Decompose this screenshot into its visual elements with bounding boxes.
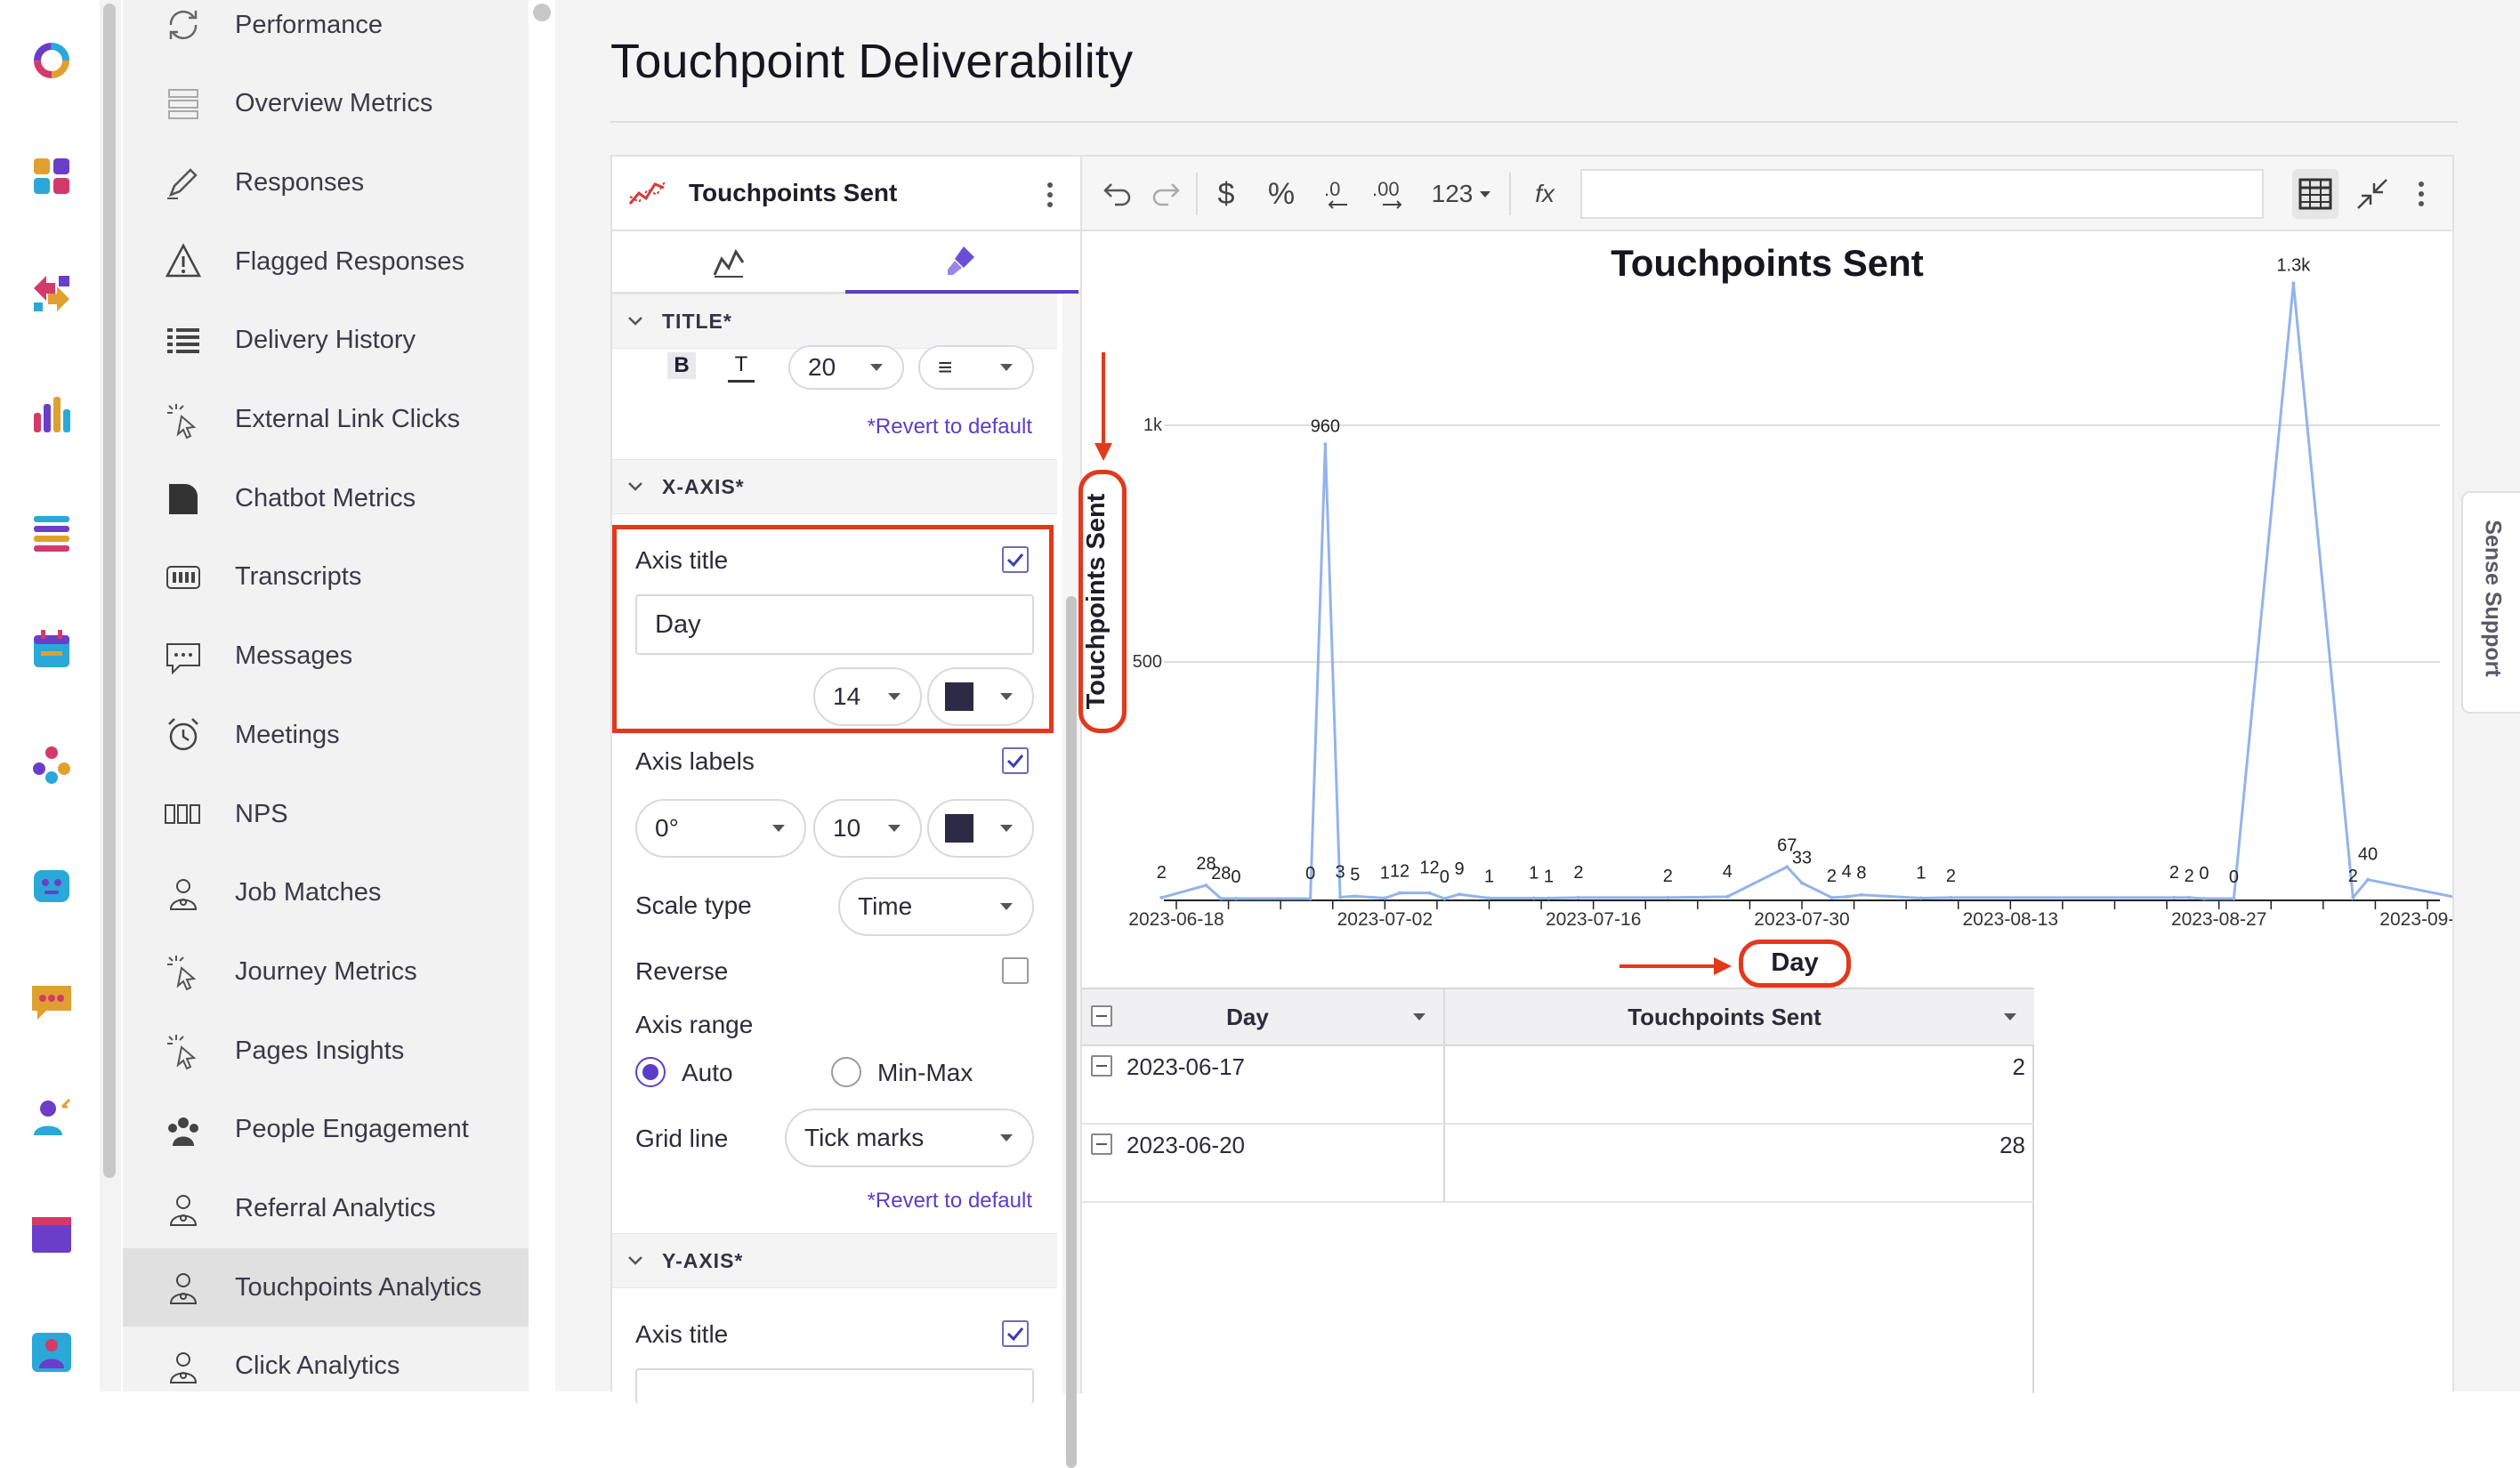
sidebar-item-touchpoints-analytics[interactable]: Touchpoints Analytics (123, 1248, 529, 1327)
refresh-icon (158, 5, 208, 44)
page-title: Touchpoint Deliverability (610, 34, 1133, 89)
main-content: Touchpoint Deliverability Touchpoints Se… (555, 0, 2520, 1391)
apps-icon[interactable] (28, 153, 75, 199)
sidebar-item-external-link-clicks[interactable]: External Link Clicks (123, 381, 529, 459)
sidebar-item-label: External Link Clicks (235, 405, 460, 434)
sidebar-item-nps[interactable]: NPS (123, 775, 529, 853)
messages-icon[interactable] (28, 979, 75, 1025)
chatbot-icon[interactable] (28, 861, 75, 907)
annotation-arrow-head (1094, 443, 1112, 461)
sidebar-item-label: Overview Metrics (235, 89, 432, 118)
integrations-icon[interactable] (28, 270, 75, 317)
list-icon (158, 321, 208, 360)
cursor-click-icon (158, 952, 208, 991)
sidebar-item-label: Pages Insights (235, 1036, 404, 1066)
person-icon (158, 1190, 208, 1229)
sidebar-item-messages[interactable]: Messages (123, 617, 529, 696)
sidebar-item-label: Touchpoints Analytics (235, 1273, 481, 1303)
sidebar-item-label: Responses (235, 168, 364, 198)
chart-workspace: Touchpoints Sent (610, 155, 2454, 1391)
person-icon (158, 1347, 208, 1386)
sense-support-tab[interactable]: Sense Support (2461, 491, 2520, 714)
nps-icon (158, 794, 208, 834)
logo-icon[interactable] (28, 37, 75, 84)
message-icon (158, 637, 208, 676)
sidebar-item-click-analytics[interactable]: Click Analytics (123, 1327, 529, 1406)
sidebar-item-transcripts[interactable]: Transcripts (123, 538, 529, 617)
sidebar-item-label: Flagged Responses (235, 247, 464, 277)
candidate-icon[interactable] (28, 1094, 75, 1141)
sidebar-item-label: Click Analytics (235, 1351, 400, 1381)
alarm-clock-icon (158, 715, 208, 754)
sidebar-item-label: Messages (235, 641, 352, 671)
person-icon (158, 874, 208, 913)
sidebar-item-label: Meetings (235, 721, 340, 750)
people-network-icon[interactable] (28, 742, 75, 788)
chat-bubble-icon (158, 479, 208, 518)
annotation-arrows (612, 157, 2456, 1393)
browser-icon[interactable] (28, 1212, 75, 1258)
app-icon-rail (0, 0, 100, 1391)
sidebar-item-label: Job Matches (235, 878, 381, 907)
warning-icon (158, 242, 208, 281)
sidebar-item-chatbot-metrics[interactable]: Chatbot Metrics (123, 459, 529, 537)
rows-icon (158, 85, 208, 124)
reports-icon[interactable] (28, 391, 75, 438)
calendar-icon[interactable] (28, 626, 75, 673)
sidebar-item-label: Performance (235, 11, 383, 40)
rail-scrollbar[interactable] (100, 0, 121, 1391)
nav-scrollbar-thumb[interactable] (533, 4, 551, 21)
sidebar-item-performance[interactable]: Performance (123, 0, 529, 64)
sidebar-item-job-matches[interactable]: Job Matches (123, 854, 529, 932)
sidebar-item-journey-metrics[interactable]: Journey Metrics (123, 932, 529, 1011)
transcript-icon (158, 558, 208, 597)
person-icon (158, 1268, 208, 1307)
nav-scrollbar[interactable] (529, 0, 555, 1391)
sidebar-item-people-engagement[interactable]: People Engagement (123, 1091, 529, 1169)
sidebar-item-label: Chatbot Metrics (235, 484, 416, 513)
sidebar-item-delivery-history[interactable]: Delivery History (123, 302, 529, 380)
cursor-click-icon (158, 400, 208, 440)
pencil-icon (158, 163, 208, 202)
sidebar-item-label: Journey Metrics (235, 957, 417, 987)
sidebar-item-pages-insights[interactable]: Pages Insights (123, 1012, 529, 1090)
sidebar-item-label: Referral Analytics (235, 1194, 436, 1223)
sidebar-item-responses[interactable]: Responses (123, 143, 529, 222)
sidebar-item-label: People Engagement (235, 1115, 469, 1144)
lists-icon[interactable] (28, 509, 75, 555)
reports-nav: Performance Overview Metrics Responses Flag… (123, 0, 529, 1391)
annotation-arrow-head (1714, 957, 1732, 975)
sidebar-item-flagged-responses[interactable]: Flagged Responses (123, 222, 529, 301)
sidebar-item-referral-analytics[interactable]: Referral Analytics (123, 1170, 529, 1248)
sidebar-item-label: Delivery History (235, 326, 416, 355)
rail-scrollbar-thumb[interactable] (103, 4, 116, 1178)
sidebar-item-label: Transcripts (235, 562, 361, 592)
team-icon[interactable] (28, 1329, 75, 1375)
sidebar-item-meetings[interactable]: Meetings (123, 696, 529, 774)
sidebar-item-label: NPS (235, 800, 288, 829)
sidebar-item-overview-metrics[interactable]: Overview Metrics (123, 65, 529, 143)
title-divider (610, 121, 2458, 123)
cursor-click-icon (158, 1031, 208, 1070)
group-icon (158, 1110, 208, 1149)
